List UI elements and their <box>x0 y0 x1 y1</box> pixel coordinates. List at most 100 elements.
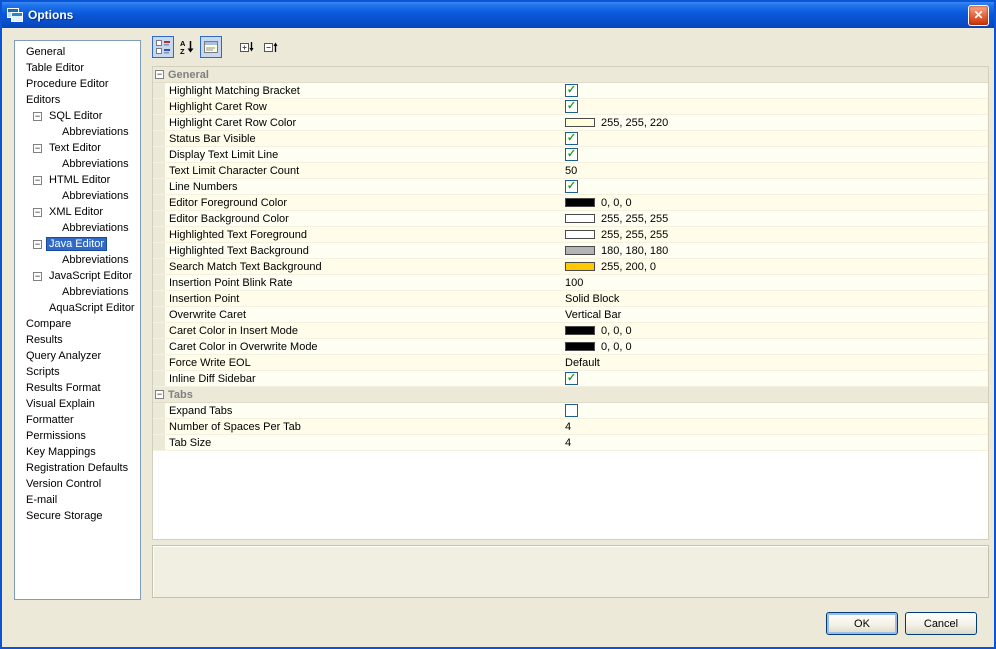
property-name: Line Numbers <box>169 180 238 193</box>
sidebar-item-results[interactable]: Results <box>15 332 140 348</box>
sidebar-item-abbreviations[interactable]: Abbreviations <box>15 284 140 300</box>
checkbox-checked-icon[interactable]: ✓ <box>565 148 578 161</box>
section-header-tabs[interactable]: − Tabs <box>153 387 988 403</box>
sidebar-item-abbreviations[interactable]: Abbreviations <box>15 156 140 172</box>
color-swatch[interactable] <box>565 246 595 255</box>
value-text: 50 <box>565 164 578 177</box>
property-value[interactable]: ✓ <box>565 84 578 97</box>
row-gutter <box>153 259 165 274</box>
sidebar-item-abbreviations[interactable]: Abbreviations <box>15 220 140 236</box>
sidebar-item-permissions[interactable]: Permissions <box>15 428 140 444</box>
sidebar-item-query-analyzer[interactable]: Query Analyzer <box>15 348 140 364</box>
close-icon[interactable]: ✕ <box>968 4 989 26</box>
sidebar-item-key-mappings[interactable]: Key Mappings <box>15 444 140 460</box>
sidebar-item-html-editor[interactable]: − HTML Editor <box>15 172 140 188</box>
sidebar-item-editors[interactable]: Editors <box>15 92 140 108</box>
collapse-node-icon[interactable]: − <box>33 207 42 217</box>
property-value[interactable]: ✓ <box>565 132 578 145</box>
expand-all-button[interactable] <box>236 36 258 58</box>
sidebar-item-label: Table Editor <box>26 62 85 74</box>
property-value[interactable]: 100 <box>565 277 583 289</box>
sidebar-item-xml-editor[interactable]: − XML Editor <box>15 204 140 220</box>
row-gutter <box>153 83 165 98</box>
property-value[interactable]: ✓ <box>565 148 578 161</box>
collapse-node-icon[interactable]: − <box>33 111 42 121</box>
sidebar-item-abbreviations[interactable]: Abbreviations <box>15 188 140 204</box>
sidebar-item-version-control[interactable]: Version Control <box>15 476 140 492</box>
checkbox-unchecked-icon[interactable] <box>565 404 578 417</box>
categorized-view-button[interactable] <box>152 36 174 58</box>
sidebar-item-abbreviations[interactable]: Abbreviations <box>15 252 140 268</box>
sidebar-item-results-format[interactable]: Results Format <box>15 380 140 396</box>
property-value[interactable]: 180, 180, 180 <box>565 245 668 257</box>
cancel-button[interactable]: Cancel <box>905 612 977 635</box>
property-value[interactable]: ✓ <box>565 180 578 193</box>
sidebar-item-java-editor[interactable]: − Java Editor <box>15 236 140 252</box>
section-header-general[interactable]: − General <box>153 67 988 83</box>
ok-button[interactable]: OK <box>826 612 898 635</box>
collapse-node-icon[interactable]: − <box>33 239 42 249</box>
color-swatch[interactable] <box>565 342 595 351</box>
property-value[interactable]: 0, 0, 0 <box>565 325 632 337</box>
checkbox-checked-icon[interactable]: ✓ <box>565 180 578 193</box>
checkbox-checked-icon[interactable]: ✓ <box>565 372 578 385</box>
property-value[interactable]: 255, 255, 220 <box>565 117 668 129</box>
color-swatch[interactable] <box>565 326 595 335</box>
sidebar-item-e-mail[interactable]: E-mail <box>15 492 140 508</box>
sidebar-item-formatter[interactable]: Formatter <box>15 412 140 428</box>
collapse-all-button[interactable] <box>260 36 282 58</box>
sidebar-item-sql-editor[interactable]: − SQL Editor <box>15 108 140 124</box>
color-swatch[interactable] <box>565 230 595 239</box>
collapse-node-icon[interactable]: − <box>33 175 42 185</box>
color-swatch[interactable] <box>565 118 595 127</box>
property-value[interactable]: 255, 255, 255 <box>565 213 668 225</box>
color-swatch[interactable] <box>565 214 595 223</box>
collapse-section-icon[interactable]: − <box>155 70 164 79</box>
checkbox-checked-icon[interactable]: ✓ <box>565 84 578 97</box>
sidebar-item-scripts[interactable]: Scripts <box>15 364 140 380</box>
checkbox-checked-icon[interactable]: ✓ <box>565 132 578 145</box>
property-name: Editor Background Color <box>169 212 289 225</box>
property-name: Highlight Caret Row Color <box>169 116 297 129</box>
show-description-button[interactable] <box>200 36 222 58</box>
property-value[interactable]: 255, 255, 255 <box>565 229 668 241</box>
color-swatch[interactable] <box>565 198 595 207</box>
property-value[interactable]: 4 <box>565 421 571 433</box>
collapse-node-icon[interactable]: − <box>33 271 42 281</box>
property-value[interactable]: 4 <box>565 437 571 449</box>
property-row-overwrite-caret: Overwrite Caret Vertical Bar <box>153 307 988 323</box>
sidebar-item-table-editor[interactable]: Table Editor <box>15 60 140 76</box>
collapse-all-icon <box>264 42 278 52</box>
property-value[interactable] <box>565 404 578 417</box>
property-value[interactable]: ✓ <box>565 100 578 113</box>
color-swatch[interactable] <box>565 262 595 271</box>
sidebar-item-compare[interactable]: Compare <box>15 316 140 332</box>
value-text: Default <box>565 356 600 369</box>
property-value[interactable]: Solid Block <box>565 293 619 305</box>
sidebar-item-secure-storage[interactable]: Secure Storage <box>15 508 140 524</box>
checkbox-checked-icon[interactable]: ✓ <box>565 100 578 113</box>
sidebar-item-registration-defaults[interactable]: Registration Defaults <box>15 460 140 476</box>
property-value[interactable]: 50 <box>565 165 577 177</box>
sidebar-item-text-editor[interactable]: − Text Editor <box>15 140 140 156</box>
collapse-node-icon[interactable]: − <box>33 143 42 153</box>
alphabetical-sort-button[interactable]: A Z <box>176 36 198 58</box>
sidebar-item-label: JavaScript Editor <box>49 270 133 282</box>
property-value[interactable]: Default <box>565 357 600 369</box>
collapse-section-icon[interactable]: − <box>155 390 164 399</box>
property-value[interactable]: 255, 200, 0 <box>565 261 656 273</box>
sidebar-item-javascript-editor[interactable]: − JavaScript Editor <box>15 268 140 284</box>
property-name: Search Match Text Background <box>169 260 322 273</box>
expand-all-icon <box>240 42 254 52</box>
sidebar-item-visual-explain[interactable]: Visual Explain <box>15 396 140 412</box>
sidebar-item-general[interactable]: General <box>15 44 140 60</box>
sidebar-item-procedure-editor[interactable]: Procedure Editor <box>15 76 140 92</box>
property-value[interactable]: 0, 0, 0 <box>565 341 632 353</box>
property-value[interactable]: Vertical Bar <box>565 309 621 321</box>
titlebar[interactable]: Options ✕ <box>2 2 994 28</box>
sidebar-item-abbreviations[interactable]: Abbreviations <box>15 124 140 140</box>
sidebar-item-aquascript-editor[interactable]: AquaScript Editor <box>15 300 140 316</box>
property-value[interactable]: 0, 0, 0 <box>565 197 632 209</box>
alphabetical-sort-icon: A Z <box>180 39 194 55</box>
property-value[interactable]: ✓ <box>565 372 578 385</box>
